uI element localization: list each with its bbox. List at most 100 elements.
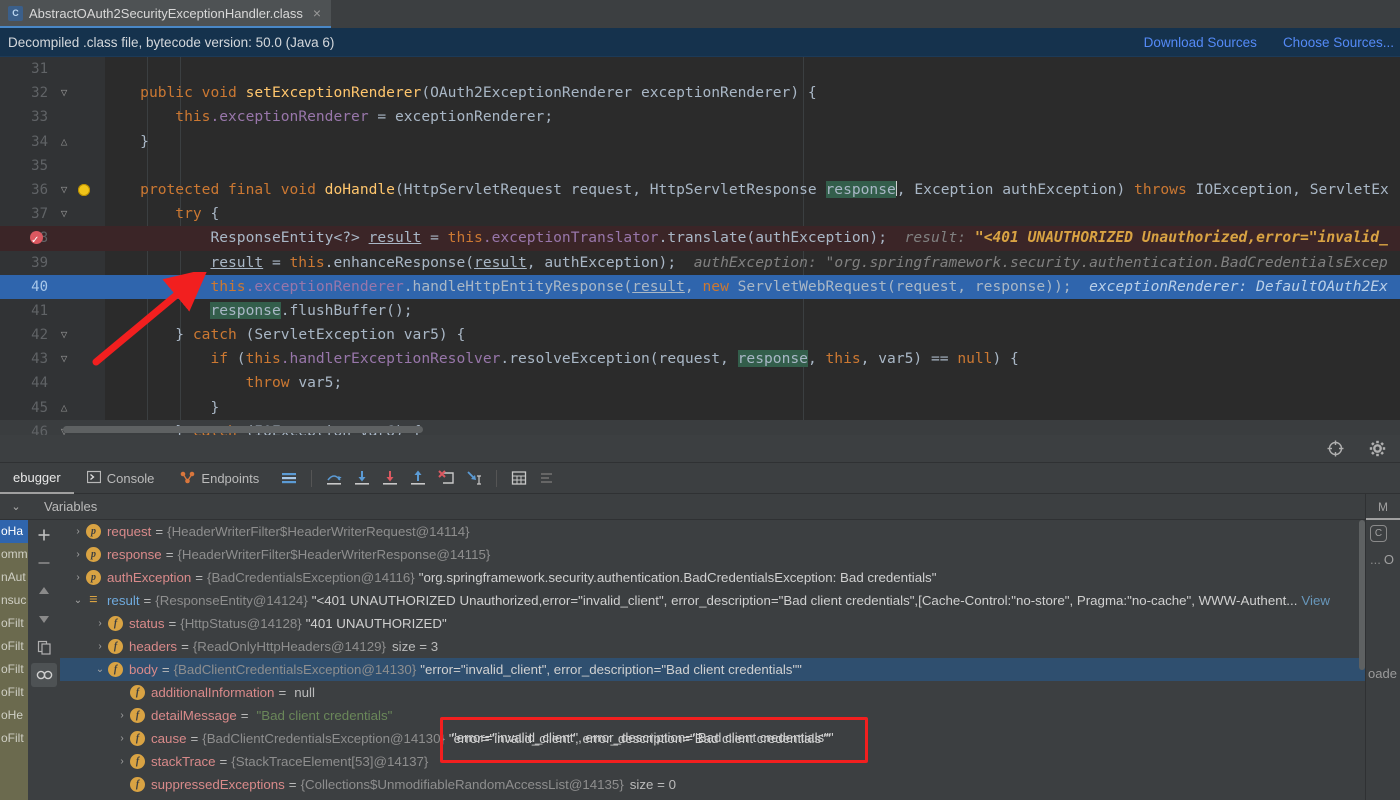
code-line[interactable]: 39 result = this.enhanceResponse(result,… xyxy=(0,251,1400,275)
chevron-down-icon[interactable]: ⌄ xyxy=(0,500,32,513)
variable-row-response[interactable]: › p response = {HeaderWriterFilter$Heade… xyxy=(60,543,1365,566)
code-line[interactable]: 42 ▽ } catch (ServletException var5) { xyxy=(0,323,1400,347)
code-line[interactable]: 35 xyxy=(0,154,1400,178)
chevron-right-icon[interactable]: › xyxy=(92,635,108,658)
editor-code-area[interactable]: 31 32 ▽ public void setExceptionRenderer… xyxy=(0,57,1400,435)
chevron-right-icon[interactable]: › xyxy=(92,612,108,635)
chevron-right-icon[interactable]: › xyxy=(70,566,86,589)
frame-item[interactable]: oFilt xyxy=(0,681,28,704)
frame-item[interactable]: oHa xyxy=(0,520,28,543)
frame-item[interactable]: oFilt xyxy=(0,727,28,750)
view-link[interactable]: View xyxy=(1297,589,1330,612)
inlay-hint-label[interactable]: result: xyxy=(905,229,967,246)
chevron-right-icon[interactable]: › xyxy=(114,750,130,773)
intention-bulb-icon[interactable] xyxy=(78,183,90,196)
right-side-panel[interactable]: M C ... O oade xyxy=(1365,494,1400,800)
code-line[interactable]: 45 △ } xyxy=(0,396,1400,420)
code-line-current-execution[interactable]: 40 this.exceptionRenderer.handleHttpEnti… xyxy=(0,274,1400,299)
chevron-down-icon[interactable]: ⌄ xyxy=(70,589,86,612)
down-arrow-icon[interactable] xyxy=(31,607,57,631)
code-line[interactable]: 34 △ } xyxy=(0,130,1400,154)
right-panel-row-c[interactable]: C xyxy=(1366,520,1400,546)
crosshair-icon[interactable] xyxy=(1322,436,1348,462)
frame-item[interactable]: nAut xyxy=(0,566,28,589)
variable-row-additionalinformation[interactable]: f additionalInformation = null xyxy=(60,681,1365,704)
variable-row-status[interactable]: › f status = {HttpStatus@14128} "401 UNA… xyxy=(60,612,1365,635)
code-line[interactable]: 33 this.exceptionRenderer = exceptionRen… xyxy=(0,105,1400,129)
watches-icon[interactable] xyxy=(31,663,57,687)
editor-horizontal-scrollbar[interactable] xyxy=(63,426,423,433)
variable-row-suppressedexceptions[interactable]: f suppressedExceptions = {Collections$Un… xyxy=(60,773,1365,796)
chevron-right-icon[interactable]: › xyxy=(114,704,130,727)
run-to-cursor-icon[interactable] xyxy=(461,465,487,491)
variable-row-result[interactable]: ⌄ ≡ result = {ResponseEntity@14124} "<40… xyxy=(60,589,1365,612)
variable-row-body[interactable]: ⌄ f body = {BadClientCredentialsExceptio… xyxy=(60,658,1365,681)
code-line[interactable]: 31 xyxy=(0,57,1400,81)
frame-item[interactable]: omm xyxy=(0,543,28,566)
inlay-hint-label[interactable]: authException: xyxy=(694,254,817,271)
tab-endpoints[interactable]: Endpoints xyxy=(167,463,272,494)
tab-console[interactable]: Console xyxy=(74,463,168,494)
variable-row-headers[interactable]: › f headers = {ReadOnlyHttpHeaders@14129… xyxy=(60,635,1365,658)
chevron-right-icon[interactable]: › xyxy=(70,520,86,543)
up-arrow-icon[interactable] xyxy=(31,579,57,603)
chevron-down-icon[interactable]: ⌄ xyxy=(92,658,108,681)
equals-sign: = xyxy=(190,731,199,746)
fold-marker[interactable]: △ xyxy=(57,396,71,420)
fold-marker[interactable]: ▽ xyxy=(57,202,71,226)
inlay-hint-value[interactable]: DefaultOAuth2Ex xyxy=(1256,278,1388,295)
fold-marker[interactable]: ▽ xyxy=(57,347,71,371)
frame-item[interactable]: oFilt xyxy=(0,658,28,681)
settings-threads-icon[interactable] xyxy=(534,465,560,491)
editor-tab-abstractoauth2securityexceptionhandler[interactable]: C AbstractOAuth2SecurityExceptionHandler… xyxy=(0,0,332,28)
code-keyword: public void xyxy=(140,84,246,102)
plus-icon[interactable] xyxy=(31,523,57,547)
code-line[interactable]: 32 ▽ public void setExceptionRenderer(OA… xyxy=(0,81,1400,105)
code-line[interactable]: 38 ResponseEntity<?> result = this.excep… xyxy=(0,226,1400,254)
drop-frame-icon[interactable] xyxy=(433,465,459,491)
step-out-icon[interactable] xyxy=(405,465,431,491)
close-icon[interactable]: × xyxy=(313,6,321,20)
code-line[interactable]: 41 response.flushBuffer(); xyxy=(0,299,1400,323)
gear-icon[interactable] xyxy=(1364,436,1390,462)
copy-icon[interactable] xyxy=(31,635,57,659)
frame-item[interactable]: nsuc xyxy=(0,589,28,612)
code-field: .exceptionRenderer xyxy=(210,108,369,126)
variable-row-authexception[interactable]: › p authException = {BadCredentialsExcep… xyxy=(60,566,1365,589)
variable-name: body xyxy=(129,662,158,677)
code-editor[interactable]: 31 32 ▽ public void setExceptionRenderer… xyxy=(0,57,1400,435)
chevron-right-icon[interactable]: › xyxy=(114,727,130,750)
variable-row-request[interactable]: › p request = {HeaderWriterFilter$Header… xyxy=(60,520,1365,543)
tab-debugger[interactable]: ebugger xyxy=(0,463,74,494)
frame-item[interactable]: oFilt xyxy=(0,612,28,635)
chevron-right-icon[interactable]: › xyxy=(70,543,86,566)
fold-marker[interactable]: ▽ xyxy=(57,81,71,105)
fold-marker[interactable]: △ xyxy=(57,130,71,154)
code-line[interactable]: 36 ▽ protected final void doHandle(HttpS… xyxy=(0,178,1400,202)
step-into-icon[interactable] xyxy=(349,465,375,491)
inlay-hint-value[interactable]: "org.springframework.security.authentica… xyxy=(826,254,1388,271)
code-line[interactable]: 43 ▽ if (this.handlerExceptionResolver.r… xyxy=(0,347,1400,371)
inlay-hint-value[interactable]: "<401 UNAUTHORIZED Unauthorized,error="i… xyxy=(975,229,1388,246)
inlay-hint-label[interactable]: exceptionRenderer: xyxy=(1089,278,1247,295)
memory-chip-icon: C xyxy=(1370,524,1387,542)
right-panel-row-o[interactable]: ... O xyxy=(1366,546,1400,572)
fold-marker[interactable]: ▽ xyxy=(57,178,71,202)
frame-item[interactable]: oHe xyxy=(0,704,28,727)
evaluate-expression-icon[interactable] xyxy=(506,465,532,491)
frame-item[interactable]: oFilt xyxy=(0,635,28,658)
line-number: 34 xyxy=(31,133,48,150)
download-sources-link[interactable]: Download Sources xyxy=(1144,35,1257,50)
code-line[interactable]: 44 throw var5; xyxy=(0,371,1400,395)
frames-list[interactable]: oHa omm nAut nsuc oFilt oFilt oFilt oFil… xyxy=(0,520,28,800)
force-step-into-icon[interactable] xyxy=(377,465,403,491)
fold-marker[interactable]: ▽ xyxy=(57,323,71,347)
variable-size: size = 0 xyxy=(629,777,676,792)
code-selected-token: response xyxy=(737,350,808,368)
step-over-icon[interactable] xyxy=(321,465,347,491)
code-line[interactable]: 37 ▽ try { xyxy=(0,202,1400,226)
field-icon: f xyxy=(130,685,145,700)
frames-icon[interactable] xyxy=(276,465,302,491)
minus-icon[interactable] xyxy=(31,551,57,575)
choose-sources-link[interactable]: Choose Sources... xyxy=(1283,35,1394,50)
